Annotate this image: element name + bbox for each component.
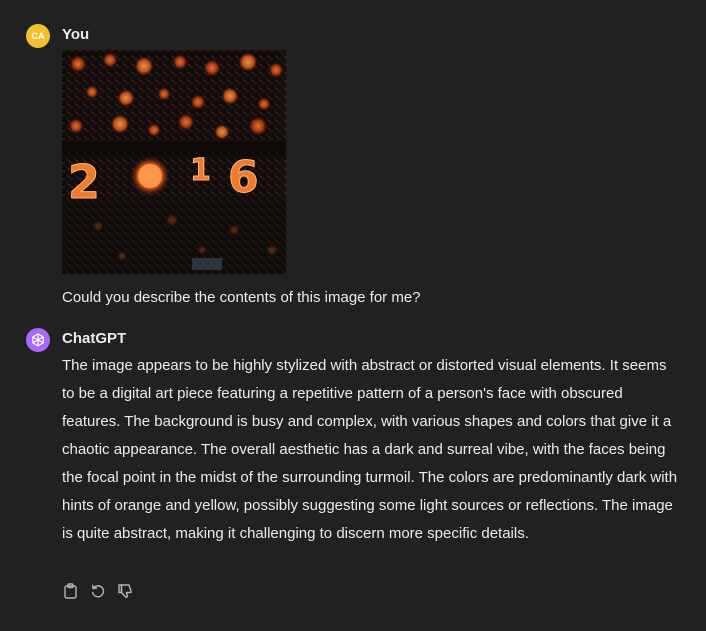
thumbs-down-icon — [117, 583, 132, 598]
message-actions — [62, 582, 133, 599]
bad-response-button[interactable] — [116, 582, 133, 599]
svg-text:1: 1 — [190, 153, 211, 188]
uploaded-image-artwork: 2 6 1 — [62, 50, 286, 274]
user-name: You — [62, 26, 90, 43]
regenerate-icon — [91, 584, 104, 597]
openai-logo-icon — [26, 328, 50, 352]
assistant-name: ChatGPT — [62, 330, 127, 347]
clipboard-icon — [64, 582, 77, 599]
assistant-message-text: The image appears to be highly stylized … — [62, 357, 678, 542]
regenerate-button[interactable] — [89, 582, 106, 599]
user-avatar-initials: CA — [31, 31, 45, 41]
copy-button[interactable] — [62, 582, 79, 599]
chat-page: CA You 2 6 1 Could you describe the cont… — [0, 0, 706, 631]
uploaded-image[interactable]: 2 6 1 — [62, 50, 286, 274]
svg-text:6: 6 — [228, 152, 259, 203]
user-message-text: Could you describe the contents of this … — [62, 289, 421, 306]
user-avatar: CA — [26, 24, 50, 48]
